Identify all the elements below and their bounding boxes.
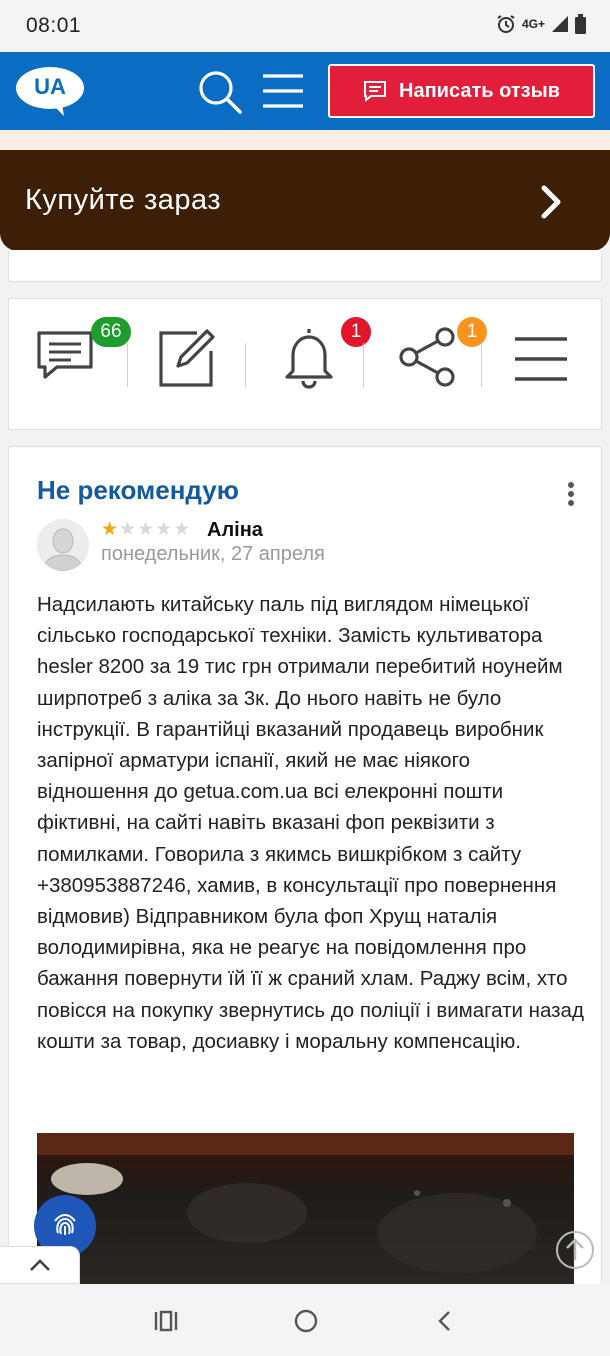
back-button[interactable]	[424, 1306, 464, 1336]
review-text: Надсилають китайську паль під виглядом н…	[37, 593, 584, 1053]
rating-stars: ★ ★ ★ ★ ★	[101, 519, 190, 541]
recents-icon	[154, 1310, 178, 1332]
battery-icon	[575, 14, 586, 34]
avatar	[37, 519, 89, 571]
review-icon	[364, 81, 387, 102]
action-bar: 66 1 1	[8, 298, 602, 430]
alarm-icon	[497, 15, 515, 33]
network-label: 4G+	[521, 17, 545, 31]
share-button[interactable]: 1	[389, 317, 487, 401]
home-button[interactable]	[286, 1306, 326, 1336]
fingerprint-icon	[54, 1213, 76, 1235]
signal-icon	[552, 16, 568, 32]
review-date: понедельник, 27 апреля	[101, 543, 325, 565]
review-author[interactable]: Аліна	[207, 519, 263, 542]
comments-button[interactable]: 66	[35, 317, 131, 401]
review-title[interactable]: Не рекомендую	[37, 475, 239, 506]
share-count-badge: 1	[457, 317, 487, 347]
collapse-toggle[interactable]	[0, 1246, 80, 1284]
write-button[interactable]	[153, 321, 233, 401]
system-nav-bar	[0, 1284, 610, 1356]
divider	[245, 343, 246, 387]
back-icon	[438, 1311, 450, 1331]
logo-text: UA	[34, 74, 66, 99]
divider	[481, 343, 482, 387]
comment-icon	[37, 331, 93, 379]
recents-button[interactable]	[146, 1306, 186, 1336]
card-footer	[8, 250, 602, 282]
review-card: Не рекомендую ★ ★ ★ ★ ★ Аліна понедельник, 2…	[8, 446, 602, 1287]
divider	[127, 343, 128, 387]
site-logo[interactable]: UA	[14, 66, 86, 116]
photo-content	[37, 1133, 574, 1273]
more-menu-button[interactable]	[511, 321, 591, 401]
star-empty-icon: ★	[119, 519, 137, 540]
review-photo[interactable]	[37, 1133, 574, 1287]
user-avatar-icon	[37, 519, 89, 571]
site-header: UA Написать отзыв	[0, 52, 610, 130]
chevron-right-icon	[541, 185, 561, 219]
star-empty-icon: ★	[173, 519, 191, 540]
status-bar: 08:01 4G+	[0, 0, 610, 52]
home-icon	[294, 1309, 318, 1333]
hamburger-menu-icon[interactable]	[260, 70, 306, 112]
buy-now-banner[interactable]: Купуйте зараз	[0, 150, 610, 251]
write-review-button[interactable]: Написать отзыв	[328, 64, 595, 118]
more-options-icon[interactable]	[567, 481, 575, 507]
search-icon[interactable]	[196, 68, 244, 116]
divider	[363, 343, 364, 387]
status-time: 08:01	[26, 14, 82, 37]
share-icon	[399, 327, 455, 387]
notifications-count-badge: 1	[341, 317, 371, 347]
bell-icon	[285, 329, 333, 389]
star-filled-icon: ★	[101, 519, 119, 540]
edit-icon	[159, 329, 215, 387]
scroll-to-top-icon[interactable]	[555, 1230, 595, 1270]
star-empty-icon: ★	[155, 519, 173, 540]
write-review-label: Написать отзыв	[399, 79, 560, 102]
comments-count-badge: 66	[91, 317, 131, 347]
chevron-up-icon	[29, 1259, 50, 1271]
status-icons: 4G+	[496, 14, 586, 34]
menu-icon	[515, 337, 567, 381]
star-empty-icon: ★	[137, 519, 155, 540]
banner-text: Купуйте зараз	[25, 184, 222, 216]
subscribe-button[interactable]: 1	[271, 317, 371, 401]
